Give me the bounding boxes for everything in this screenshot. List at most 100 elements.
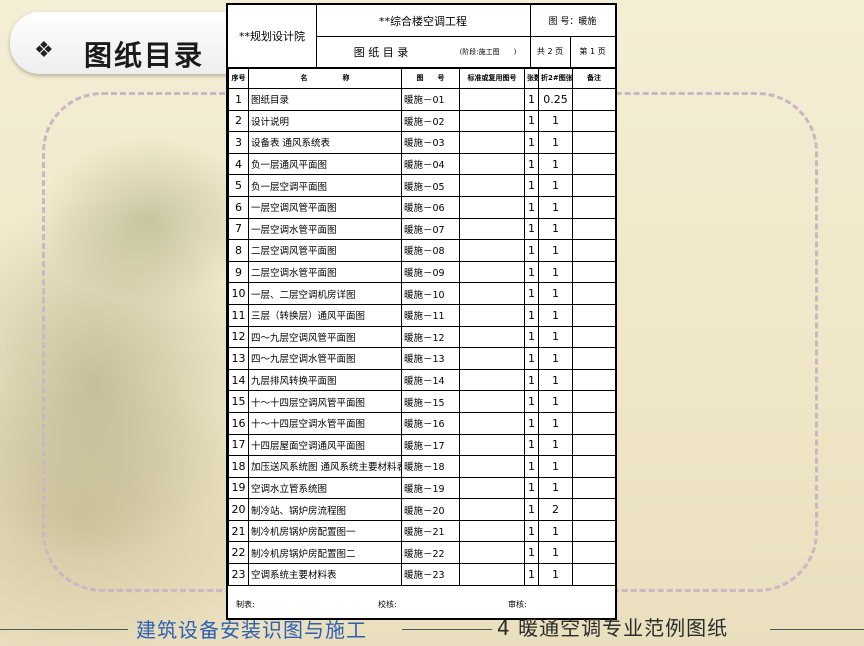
equivalent-count: 1 [538, 390, 573, 413]
standard-code [459, 563, 525, 586]
drawing-name: 十～十四层空调风管平面图 [248, 390, 402, 413]
standard-code [459, 519, 525, 543]
drawing-name: 三层（转换层）通风平面图 [248, 303, 402, 327]
drawing-code: 暖施－06 [401, 195, 460, 219]
note [572, 152, 616, 176]
col-header-code: 图 号 [401, 67, 460, 89]
drawing-name: 一层空调风管平面图 [248, 195, 402, 219]
drawing-code: 暖施－15 [401, 390, 460, 413]
slide-title: 图纸目录 [84, 39, 205, 72]
equivalent-count: 1 [538, 368, 573, 392]
equivalent-count: 1 [538, 303, 573, 327]
sheet-count: 1 [524, 217, 539, 241]
sheet-count: 1 [524, 519, 539, 543]
drawing-name: 设计说明 [248, 109, 402, 133]
table-row: 15 十～十四层空调风管平面图 暖施－15 1 1 [228, 390, 616, 413]
drawing-code: 暖施－05 [401, 174, 460, 197]
equivalent-count: 2 [538, 498, 573, 521]
drawing-code: 暖施－08 [401, 239, 460, 262]
table-row: 13 四～九层空调水管平面图 暖施－13 1 1 [228, 347, 616, 370]
drawing-code: 暖施－01 [401, 88, 460, 111]
drawing-code: 暖施－21 [401, 519, 460, 543]
equivalent-count: 1 [538, 519, 573, 543]
equivalent-count: 1 [538, 131, 573, 154]
note [572, 174, 616, 197]
note [572, 217, 616, 241]
row-number: 16 [228, 411, 249, 435]
note [572, 390, 616, 413]
drawing-name: 空调系统主要材料表 [248, 563, 402, 586]
note [572, 541, 616, 565]
col-header-qty: 张数 [524, 67, 539, 89]
drawing-code: 暖施－02 [401, 109, 460, 133]
equivalent-count: 1 [538, 282, 573, 305]
col-header-equivalent: 折2#图张数 [538, 67, 573, 89]
total-pages: 共 2 页 [536, 47, 564, 56]
standard-code [459, 498, 525, 521]
sheet-count: 1 [524, 541, 539, 565]
table-row: 18 加压送风系统图 通风系统主要材料表 暖施－18 1 1 [228, 455, 616, 478]
current-page: 第 1 页 [579, 47, 606, 56]
sheet-count: 1 [524, 282, 539, 305]
sheet-count: 1 [524, 303, 539, 327]
footer-chapter-title: 4 暖通空调专业范例图纸 [497, 616, 729, 640]
sheet-count: 1 [524, 433, 539, 457]
equivalent-count: 1 [538, 433, 573, 457]
table-row: 20 制冷站、锅炉房流程图 暖施－20 1 2 [228, 498, 616, 521]
footer-course-title: 建筑设备安装识图与施工 [136, 618, 367, 642]
drawing-list-table: 序号 名 称 图 号 标准或复用图号 张数 折2#图张数 备注 1 图纸目录暖施－… [228, 67, 616, 586]
equivalent-count: 1 [538, 217, 573, 241]
stage-label: (阶段:施工图 ) [459, 47, 517, 56]
equivalent-count: 1 [538, 455, 573, 478]
sheet-count: 1 [524, 152, 539, 176]
note [572, 303, 616, 327]
drawing-name: 制冷机房锅炉房配置图二 [248, 541, 402, 565]
sheet-count: 1 [524, 563, 539, 586]
drawing-name: 二层空调水管平面图 [248, 260, 402, 284]
made-by-label: 制表: [236, 600, 255, 609]
drawing-code: 暖施－22 [401, 541, 460, 565]
table-row: 19 空调水立管系统图 暖施－19 1 1 [228, 476, 616, 500]
sheet-count: 1 [524, 109, 539, 133]
table-row: 16 十～十四层空调水管平面图 暖施－16 1 1 [228, 411, 616, 435]
note [572, 519, 616, 543]
note [572, 368, 616, 392]
drawing-code: 暖施－10 [401, 282, 460, 305]
table-row: 8 二层空调风管平面图 暖施－08 1 1 [228, 239, 616, 262]
drawing-name: 负一层空调平面图 [248, 174, 402, 197]
standard-code [459, 433, 525, 457]
row-number: 19 [228, 476, 249, 500]
row-number: 1 [228, 88, 249, 111]
standard-code [459, 239, 525, 262]
standard-code [459, 347, 525, 370]
row-number: 5 [228, 174, 249, 197]
sheet-count: 1 [524, 390, 539, 413]
row-number: 9 [228, 260, 249, 284]
note [572, 131, 616, 154]
note [572, 455, 616, 478]
row-number: 10 [228, 282, 249, 305]
drawing-code: 暖施－17 [401, 433, 460, 457]
standard-code [459, 131, 525, 154]
row-number: 23 [228, 563, 249, 586]
note [572, 411, 616, 435]
drawing-code: 暖施－19 [401, 476, 460, 500]
sheet-count: 1 [524, 347, 539, 370]
note [572, 347, 616, 370]
row-number: 20 [228, 498, 249, 521]
equivalent-count: 0.25 [538, 88, 573, 111]
col-header-standard: 标准或复用图号 [459, 67, 525, 89]
drawing-number-label: 图 号：暖施 [548, 17, 597, 27]
col-header-no: 序号 [228, 67, 249, 89]
sheet-count: 1 [524, 325, 539, 349]
drawing-code: 暖施－12 [401, 325, 460, 349]
bullet-icon: ❖ [34, 38, 54, 63]
row-number: 17 [228, 433, 249, 457]
sheet-count: 1 [524, 476, 539, 500]
standard-code [459, 260, 525, 284]
drawing-name: 四～九层空调水管平面图 [248, 347, 402, 370]
table-row: 17 十四层屋面空调通风平面图 暖施－17 1 1 [228, 433, 616, 457]
footer-divider-middle [402, 629, 492, 630]
row-number: 6 [228, 195, 249, 219]
row-number: 14 [228, 368, 249, 392]
